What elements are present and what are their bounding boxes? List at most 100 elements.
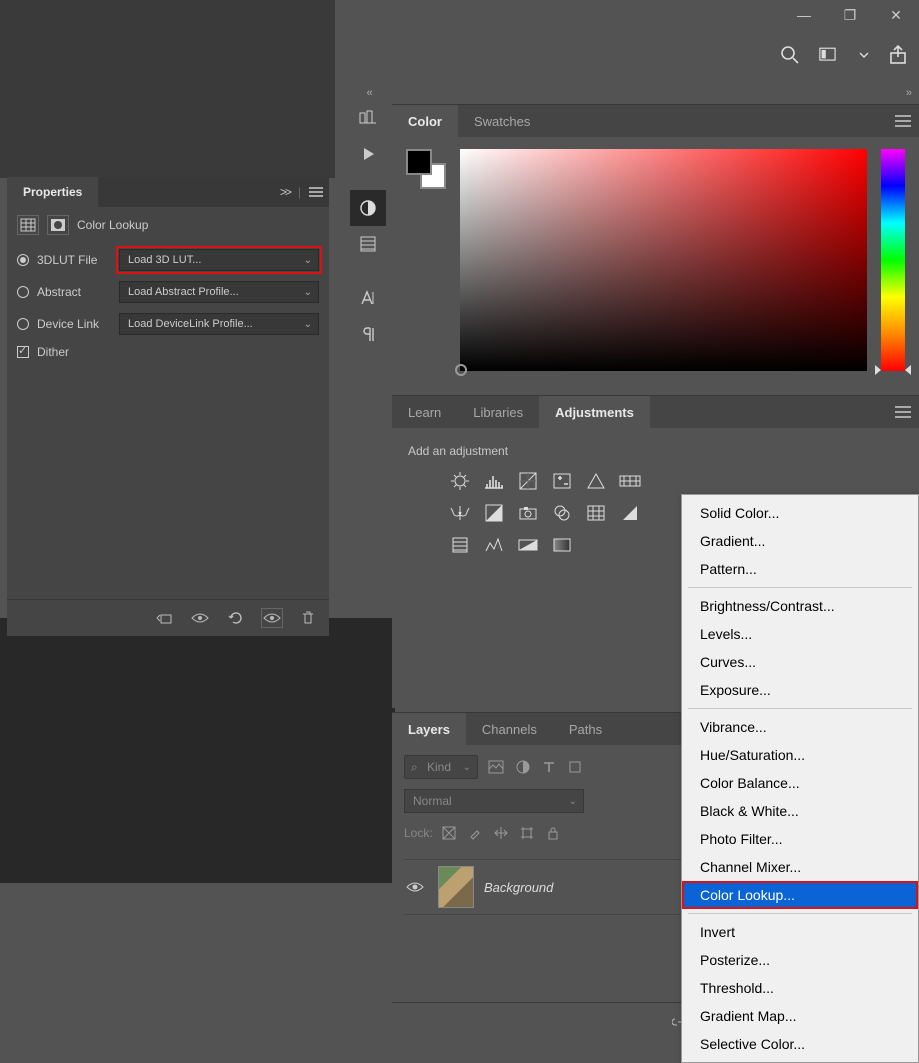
menu-item[interactable]: Gradient... [682,527,918,555]
tab-libraries[interactable]: Libraries [457,396,539,428]
panel-collapse-double-chevron-icon[interactable]: >> [280,185,290,199]
maximize-button[interactable]: ❐ [827,0,873,30]
character-panel-icon[interactable] [350,280,386,316]
tab-learn[interactable]: Learn [392,396,457,428]
radio-abstract[interactable] [17,286,29,298]
chevron-down-icon[interactable] [859,44,869,66]
label-devicelink: Device Link [37,317,111,331]
canvas-dark-lower [0,618,395,883]
menu-item[interactable]: Threshold... [682,974,918,1002]
lock-all-icon[interactable] [545,825,561,841]
reset-icon[interactable] [225,608,247,628]
lock-position-icon[interactable] [493,825,509,841]
layer-filter-icons [488,760,582,774]
tab-properties[interactable]: Properties [7,177,98,207]
tab-channels[interactable]: Channels [466,713,553,745]
filter-shape-icon[interactable] [568,760,582,774]
right-panel-collapse-icon[interactable] [392,86,919,100]
filter-type-icon[interactable] [542,760,556,774]
menu-item[interactable]: Curves... [682,648,918,676]
gradient-map-icon[interactable] [516,534,540,556]
menu-item[interactable]: Selective Color... [682,1030,918,1058]
menu-item[interactable]: Brightness/Contrast... [682,592,918,620]
exposure-icon[interactable] [550,470,574,492]
foreground-color-swatch[interactable] [406,149,432,175]
foreground-background-swatch[interactable] [406,149,446,189]
panel-menu-icon[interactable] [887,105,919,137]
adjustment-dock-icon[interactable] [350,190,386,226]
select-abstract[interactable]: Load Abstract Profile... [119,281,319,303]
tab-paths[interactable]: Paths [553,713,618,745]
selective-color-icon[interactable] [550,534,574,556]
layer-thumbnail[interactable] [438,866,474,908]
levels-icon[interactable] [482,470,506,492]
menu-item[interactable]: Color Balance... [682,769,918,797]
filter-adjustment-icon[interactable] [516,760,530,774]
toggle-visibility-icon[interactable] [261,608,283,628]
row-devicelink: Device Link Load DeviceLink Profile... [17,313,319,335]
minimize-button[interactable]: — [781,0,827,30]
color-field[interactable] [460,149,867,371]
menu-item[interactable]: Levels... [682,620,918,648]
menu-item[interactable]: Vibrance... [682,713,918,741]
close-button[interactable]: ✕ [873,0,919,30]
blend-mode-select[interactable]: Normal [404,789,584,813]
panel-menu-icon[interactable] [309,187,323,197]
vertical-tool-dock [350,86,386,352]
tab-layers[interactable]: Layers [392,713,466,745]
channel-mixer-icon[interactable] [550,502,574,524]
styles-dock-icon[interactable] [350,226,386,262]
share-icon[interactable] [887,44,909,66]
menu-item[interactable]: Invert [682,918,918,946]
radio-3dlut[interactable] [17,254,29,266]
menu-item[interactable]: Photo Filter... [682,825,918,853]
select-3dlut[interactable]: Load 3D LUT... [119,249,319,271]
select-devicelink[interactable]: Load DeviceLink Profile... [119,313,319,335]
clip-to-layer-icon[interactable] [153,608,175,628]
actions-panel-icon[interactable] [350,136,386,172]
menu-item[interactable]: Channel Mixer... [682,853,918,881]
search-icon[interactable] [779,44,801,66]
menu-item[interactable]: Solid Color... [682,499,918,527]
threshold-icon[interactable] [482,534,506,556]
tab-color[interactable]: Color [392,105,458,137]
hue-saturation-icon[interactable] [618,470,642,492]
delete-adjustment-icon[interactable] [297,608,319,628]
dock-collapse-icon[interactable] [350,86,386,100]
color-lookup-icon[interactable] [584,502,608,524]
curves-icon[interactable] [516,470,540,492]
filter-pixel-icon[interactable] [488,760,504,774]
row-abstract: Abstract Load Abstract Profile... [17,281,319,303]
lock-transparent-icon[interactable] [441,825,457,841]
checkbox-dither[interactable] [17,346,29,358]
tab-adjustments[interactable]: Adjustments [539,396,650,428]
paragraph-panel-icon[interactable] [350,316,386,352]
menu-item[interactable]: Exposure... [682,676,918,704]
history-panel-icon[interactable] [350,100,386,136]
view-previous-state-icon[interactable] [189,608,211,628]
document-mode-icon[interactable] [819,44,841,66]
invert-icon[interactable] [618,502,642,524]
radio-devicelink[interactable] [17,318,29,330]
menu-item[interactable]: Posterize... [682,946,918,974]
menu-item[interactable]: Black & White... [682,797,918,825]
vibrance-icon[interactable] [584,470,608,492]
layer-visibility-icon[interactable] [406,881,428,893]
menu-item[interactable]: Gradient Map... [682,1002,918,1030]
layer-name[interactable]: Background [484,880,553,895]
menu-item[interactable]: Hue/Saturation... [682,741,918,769]
lock-artboard-icon[interactable] [519,825,535,841]
brightness-contrast-icon[interactable] [448,470,472,492]
photo-filter-icon[interactable] [516,502,540,524]
color-balance-icon[interactable] [448,502,472,524]
label-3dlut: 3DLUT File [37,253,111,267]
menu-item-color-lookup[interactable]: Color Lookup... [682,881,918,909]
panel-menu-icon[interactable] [887,396,919,428]
black-white-icon[interactable] [482,502,506,524]
posterize-icon[interactable] [448,534,472,556]
lock-paint-icon[interactable] [467,825,483,841]
hue-slider[interactable] [881,149,905,371]
tab-swatches[interactable]: Swatches [458,105,546,137]
menu-item[interactable]: Pattern... [682,555,918,583]
layer-filter-kind-select[interactable]: Kind [404,755,478,779]
